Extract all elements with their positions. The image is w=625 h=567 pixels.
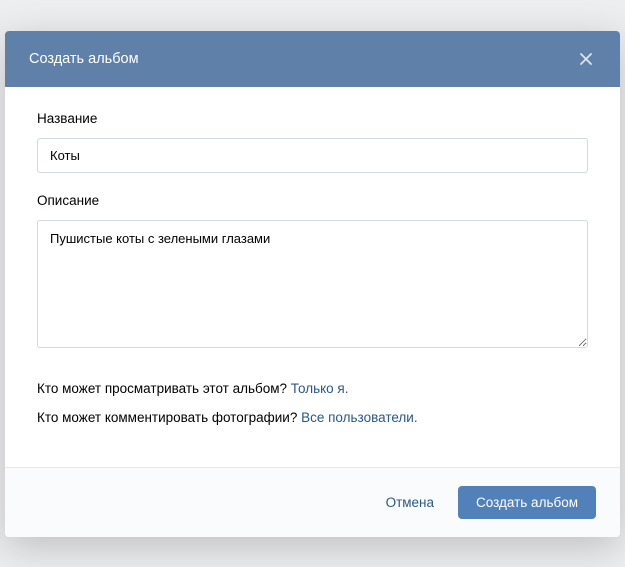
name-input[interactable] bbox=[37, 138, 588, 173]
name-field-group: Название bbox=[37, 111, 588, 173]
privacy-view-question: Кто может просматривать этот альбом? bbox=[37, 381, 291, 396]
privacy-comment-row: Кто может комментировать фотографии? Все… bbox=[37, 410, 588, 425]
modal-title: Создать альбом bbox=[29, 51, 139, 67]
close-button[interactable] bbox=[576, 49, 596, 69]
description-field-group: Описание bbox=[37, 193, 588, 353]
description-input[interactable] bbox=[37, 220, 588, 348]
privacy-comment-link[interactable]: Все пользователи. bbox=[301, 410, 417, 425]
cancel-button[interactable]: Отмена bbox=[380, 487, 440, 518]
submit-button[interactable]: Создать альбом bbox=[458, 486, 596, 519]
description-label: Описание bbox=[37, 193, 588, 208]
privacy-section: Кто может просматривать этот альбом? Тол… bbox=[37, 381, 588, 425]
privacy-comment-question: Кто может комментировать фотографии? bbox=[37, 410, 301, 425]
modal-footer: Отмена Создать альбом bbox=[5, 467, 620, 537]
close-icon bbox=[578, 51, 594, 67]
name-label: Название bbox=[37, 111, 588, 126]
modal-body: Название Описание Кто может просматриват… bbox=[5, 87, 620, 467]
modal-header: Создать альбом bbox=[5, 31, 620, 87]
create-album-modal: Создать альбом Название Описание Кто мож… bbox=[5, 31, 620, 537]
privacy-view-link[interactable]: Только я. bbox=[291, 381, 349, 396]
privacy-view-row: Кто может просматривать этот альбом? Тол… bbox=[37, 381, 588, 396]
